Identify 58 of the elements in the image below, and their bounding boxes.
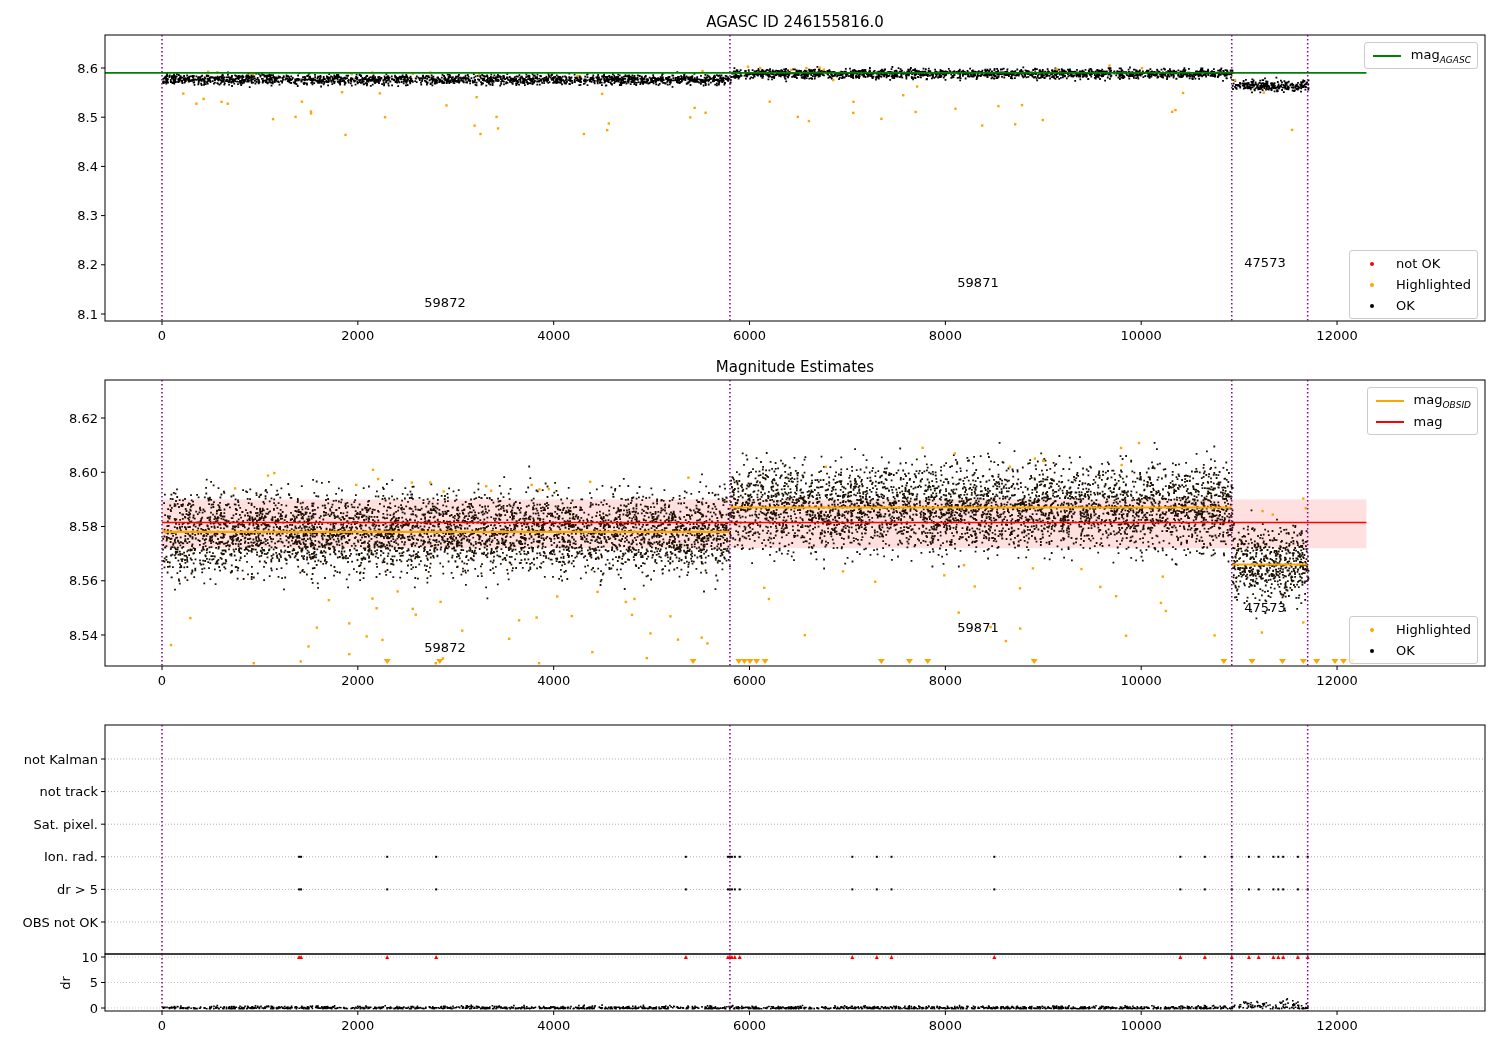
obsid-label: 47573 (1244, 255, 1286, 270)
tick-label: 0 (89, 1000, 98, 1016)
legend-label: not OK (1396, 256, 1441, 271)
category-label: not Kalman (23, 751, 98, 767)
tick-label: 6000 (732, 328, 767, 343)
tick-label: 8.3 (77, 208, 98, 224)
tick-label: 10000 (1120, 1018, 1162, 1033)
plot-title: AGASC ID 246155816.0 (706, 13, 884, 31)
legend-label: OK (1396, 298, 1415, 313)
tick-label: 8000 (928, 673, 962, 688)
tick-label: 10000 (1120, 673, 1162, 688)
tick-label: 12000 (1316, 673, 1358, 688)
tick-label: 8.6 (77, 60, 98, 76)
tick-label: 8.58 (69, 519, 98, 534)
obsid-label: 47573 (1244, 600, 1286, 615)
tick-label: 2000 (341, 328, 375, 343)
tick-label: 8.5 (77, 109, 98, 125)
tick-label: 8.54 (69, 627, 98, 643)
category-label: not track (39, 784, 98, 800)
tick-label: 0 (157, 673, 167, 688)
legend-label: OK (1396, 643, 1415, 658)
tick-label: 5 (89, 975, 98, 990)
category-label: Ion. rad. (44, 849, 98, 865)
tick-label: 8.56 (69, 573, 98, 589)
category-label: dr > 5 (56, 881, 98, 897)
obsid-label: 59872 (424, 640, 466, 655)
tick-label: 0 (157, 1018, 167, 1033)
tick-label: 10000 (1120, 328, 1162, 343)
category-label: OBS not OK (22, 914, 98, 930)
tick-label: 4000 (537, 1018, 571, 1033)
obsid-label: 59872 (424, 295, 466, 310)
legend-label: mag (1413, 414, 1443, 429)
tick-label: 8.4 (77, 158, 98, 174)
tick-label: 12000 (1316, 328, 1358, 343)
tick-label: 8.60 (69, 464, 98, 480)
tick-label: 8.1 (77, 306, 98, 322)
tick-label: 8000 (928, 1018, 962, 1033)
tick-label: 6000 (732, 1018, 767, 1033)
tick-label: 2000 (341, 673, 375, 688)
obsid-label: 59871 (957, 275, 999, 290)
tick-label: 4000 (537, 673, 571, 688)
tick-label: 6000 (732, 673, 767, 688)
tick-label: 8.2 (77, 257, 98, 273)
legend-label: Highlighted (1396, 277, 1471, 292)
tick-label: 4000 (537, 328, 571, 343)
tick-label: 10 (81, 949, 98, 965)
plot-title: Magnitude Estimates (715, 358, 875, 376)
tick-label: 8.62 (69, 410, 98, 426)
axis-label: dr (58, 976, 73, 990)
legend-label: mag$_{AGASC}$ (1410, 46, 1471, 65)
legend-label: mag$_{OBSID}$ (1413, 391, 1471, 410)
tick-label: 8000 (928, 328, 962, 343)
legend-label: Highlighted (1396, 622, 1471, 637)
tick-label: 2000 (341, 1018, 375, 1033)
tick-label: 0 (157, 328, 167, 343)
tick-label: 12000 (1316, 1018, 1358, 1033)
category-label: Sat. pixel. (33, 816, 98, 832)
obsid-label: 59871 (957, 620, 999, 635)
